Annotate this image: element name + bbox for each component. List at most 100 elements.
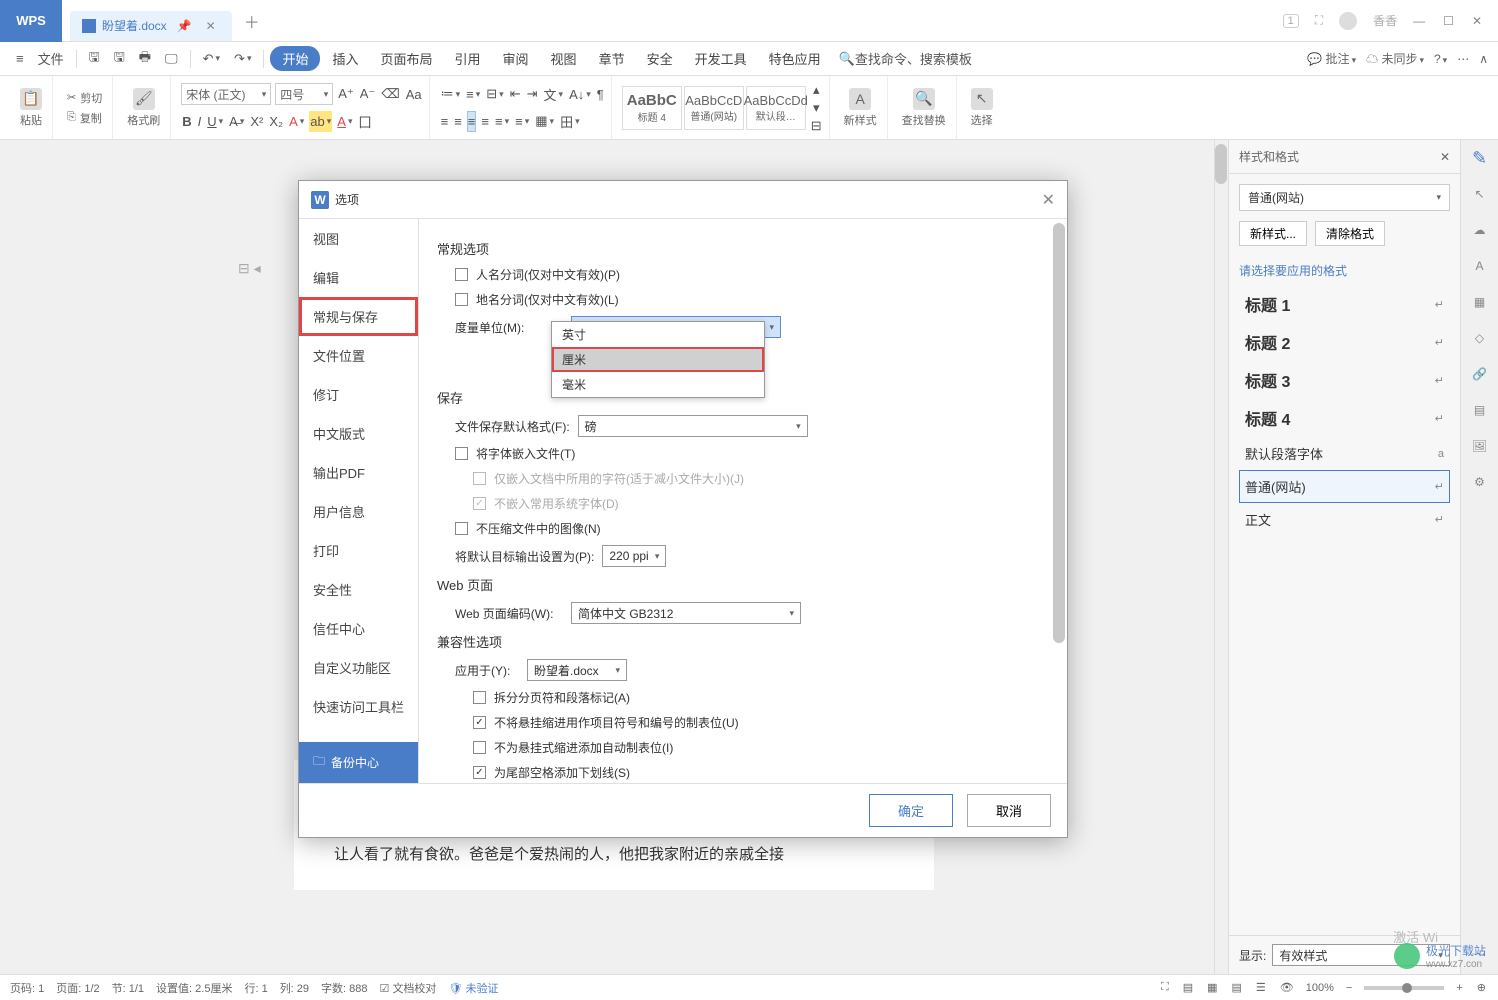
ok-button[interactable]: 确定 [869,794,953,827]
text-direction-button[interactable]: 文▾ [543,84,565,105]
current-style-combo[interactable]: 普通(网站)▾ [1239,184,1450,211]
decrease-font-icon[interactable]: A⁻ [359,83,377,105]
tab-section[interactable]: 章节 [589,45,635,72]
ppi-combo[interactable]: 220 ppi▾ [602,545,666,567]
header-indicator-icon[interactable]: ⊟ ◂ [238,260,261,277]
document-tab[interactable]: 盼望着.docx 📌 ✕ [70,11,232,41]
align-justify-button[interactable]: ≡ [480,111,490,132]
checkbox-name-seg[interactable] [455,268,468,281]
view-read-icon[interactable]: ☰ [1254,981,1268,994]
help-icon[interactable]: ?▾ [1434,52,1447,66]
underline-button[interactable]: U▾ [206,111,224,132]
tab-developer[interactable]: 开发工具 [685,45,757,72]
numbering-button[interactable]: ≡▾ [465,84,481,105]
backup-center-button[interactable]: 🗀 备份中心 [299,742,418,783]
close-window-icon[interactable]: ✕ [1472,14,1482,28]
paste-button[interactable]: 📋 粘贴 [16,86,46,130]
compat-combo[interactable]: 盼望着.docx▾ [527,659,627,681]
search-box[interactable]: 🔍 查找命令、搜索模板 [833,45,978,72]
zoom-level[interactable]: 100% [1306,982,1334,994]
tab-references[interactable]: 引用 [445,45,491,72]
list-item[interactable]: 标题 3↵ [1239,361,1450,399]
nav-quick-access[interactable]: 快速访问工具栏 [299,687,418,726]
nav-custom-ribbon[interactable]: 自定义功能区 [299,648,418,687]
print-preview-icon[interactable]: 🖵 [159,47,184,71]
border-button[interactable]: 囗 [357,111,372,132]
cut-button[interactable]: ✂ 剪切 [63,89,106,107]
zoom-slider[interactable] [1364,986,1444,990]
nav-view[interactable]: 视图 [299,219,418,258]
gift-icon[interactable]: ⛶ [1315,13,1323,28]
nav-print[interactable]: 打印 [299,531,418,570]
collapse-ribbon-icon[interactable]: ∧ [1479,52,1488,66]
sb-section[interactable]: 节: 1/1 [112,980,144,996]
align-left-button[interactable]: ≡ [440,111,450,132]
cancel-button[interactable]: 取消 [967,794,1051,827]
align-center-button[interactable]: ≡ [453,111,463,132]
nav-user[interactable]: 用户信息 [299,492,418,531]
distribute-button[interactable]: ≡▾ [494,111,510,132]
vertical-scrollbar[interactable] [1214,140,1228,974]
text-effects-button[interactable]: A▾ [288,111,305,132]
sb-page-no[interactable]: 页码: 1 [10,980,44,996]
shape-icon[interactable]: ◇ [1470,328,1490,348]
italic-button[interactable]: I [197,111,203,132]
image-icon[interactable]: 🖼 [1470,436,1490,456]
line-spacing-button[interactable]: ≡▾ [514,111,530,132]
copy-button[interactable]: ⎘ 复制 [63,109,106,127]
redo-icon[interactable]: ↷▾ [228,47,257,71]
checkbox-split[interactable] [473,691,486,704]
close-icon[interactable]: ✕ [202,19,220,33]
checkbox-underline[interactable] [473,766,486,779]
nav-edit[interactable]: 编辑 [299,258,418,297]
show-marks-button[interactable]: ¶ [596,84,605,105]
checkbox-hang-tab[interactable] [473,716,486,729]
style-default-para[interactable]: AaBbCcDd默认段… [746,86,806,130]
avatar[interactable] [1339,12,1357,30]
view-outline-icon[interactable]: ▤ [1230,981,1244,994]
comments-button[interactable]: 💬 批注▾ [1307,50,1356,67]
table-icon[interactable]: ▦ [1470,292,1490,312]
dialog-scroll-thumb[interactable] [1053,223,1065,643]
eye-icon[interactable]: 👁 [1278,981,1296,994]
bullets-button[interactable]: ≔▾ [440,84,462,105]
select-button[interactable]: ↖ 选择 [967,86,997,130]
sort-button[interactable]: A↓▾ [568,84,592,105]
list-item[interactable]: 正文↵ [1239,503,1450,536]
view-print-icon[interactable]: ▤ [1181,981,1195,994]
link-icon[interactable]: 🔗 [1470,364,1490,384]
save-format-combo[interactable]: 磅▾ [578,415,808,437]
settings-icon[interactable]: ⚙ [1470,472,1490,492]
tab-page-layout[interactable]: 页面布局 [371,45,443,72]
style-scroll-up-icon[interactable]: ▴ [810,81,823,99]
tab-start[interactable]: 开始 [270,46,320,71]
undo-icon[interactable]: ↶▾ [197,47,226,71]
change-case-icon[interactable]: Aa [405,83,423,105]
highlight-button[interactable]: ab▾ [309,111,332,132]
sb-proof[interactable]: ☑ 文档校对 [380,980,437,996]
subscript-button[interactable]: X₂ [268,111,284,132]
file-menu[interactable]: 文件 [32,45,70,72]
fullscreen-icon[interactable]: ⛶ [1159,981,1171,994]
list-item[interactable]: 标题 4↵ [1239,399,1450,437]
checkbox-auto-tab[interactable] [473,741,486,754]
tab-special[interactable]: 特色应用 [759,45,831,72]
nav-cjk[interactable]: 中文版式 [299,414,418,453]
find-replace-button[interactable]: 🔍 查找替换 [898,86,950,130]
save-icon[interactable]: 🖫 [83,44,106,74]
zoom-in-icon[interactable]: + [1454,982,1464,994]
font-size-combo[interactable]: 四号▾ [275,83,333,105]
dialog-close-icon[interactable]: ✕ [1042,190,1055,210]
list-item-selected[interactable]: 普通(网站)↵ [1239,470,1450,503]
bold-button[interactable]: B [181,111,192,132]
view-web-icon[interactable]: ▦ [1205,981,1219,994]
outline-icon[interactable]: ▤ [1470,400,1490,420]
list-item[interactable]: 标题 1↵ [1239,285,1450,323]
notification-badge[interactable]: 1 [1283,14,1299,28]
borders-button[interactable]: 田▾ [559,111,581,132]
nav-revision[interactable]: 修订 [299,375,418,414]
decrease-indent-button[interactable]: ⇤ [509,84,522,105]
unit-option-cm[interactable]: 厘米 [552,347,764,372]
checkbox-no-compress[interactable] [455,522,468,535]
checkbox-embed-font[interactable] [455,447,468,460]
